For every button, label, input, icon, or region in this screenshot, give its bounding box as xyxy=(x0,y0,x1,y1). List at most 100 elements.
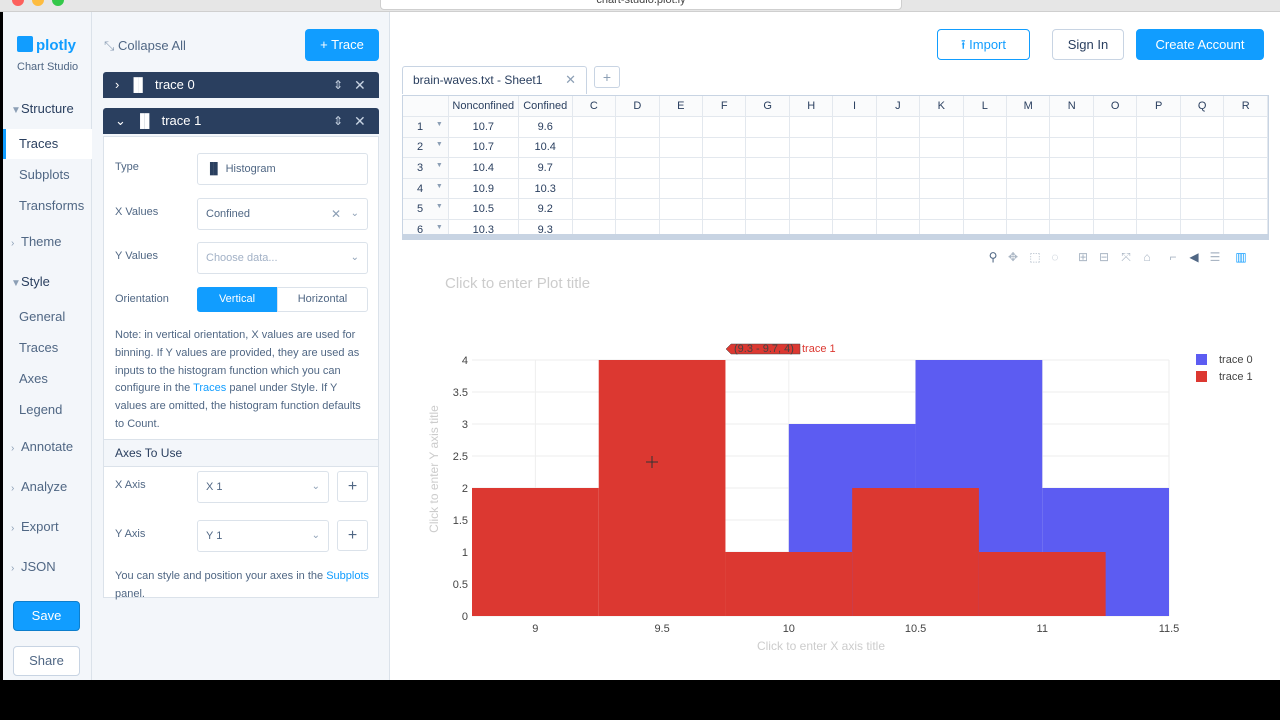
histogram-bar-trace-1[interactable] xyxy=(978,552,1106,616)
grid-cell[interactable] xyxy=(1006,157,1051,179)
pan-icon[interactable]: ✥ xyxy=(1006,250,1020,264)
save-button[interactable]: Save xyxy=(13,601,80,631)
grid-cell[interactable] xyxy=(1136,178,1181,200)
nav-group-json[interactable]: › JSON xyxy=(3,552,92,582)
hover-compare-icon[interactable]: ☰ xyxy=(1208,250,1222,264)
grid-cell[interactable] xyxy=(1093,137,1138,159)
minimize-window-icon[interactable] xyxy=(32,0,44,6)
grid-cell[interactable] xyxy=(1049,178,1094,200)
import-button[interactable]: ⭱ Import xyxy=(937,29,1030,60)
y-axis-title[interactable]: Click to enter Y axis title xyxy=(427,405,441,533)
grid-cell[interactable] xyxy=(615,157,660,179)
grid-cell[interactable]: 10.5 xyxy=(448,198,519,221)
grid-cell[interactable] xyxy=(1093,198,1138,221)
grid-cell[interactable] xyxy=(1180,198,1225,221)
grid-cell[interactable] xyxy=(659,198,704,221)
nav-item-traces[interactable]: Traces xyxy=(3,129,93,159)
grid-cell[interactable] xyxy=(876,198,921,221)
row-number[interactable]: 4 ▼ xyxy=(403,178,449,200)
nav-group-annotate[interactable]: › Annotate xyxy=(3,432,92,462)
grid-cell[interactable] xyxy=(832,157,877,179)
grid-cell[interactable] xyxy=(789,116,834,138)
row-menu-caret-icon[interactable]: ▼ xyxy=(436,183,443,190)
tab-sheet1[interactable]: brain-waves.txt - Sheet1 ✕ xyxy=(402,66,587,94)
trace-type-select[interactable]: ▐▌ Histogram xyxy=(197,153,368,185)
grid-cell[interactable] xyxy=(702,116,747,138)
delete-trace-icon[interactable]: ✕ xyxy=(354,108,366,134)
row-number[interactable]: 3 ▼ xyxy=(403,157,449,179)
row-menu-caret-icon[interactable]: ▼ xyxy=(436,121,443,128)
legend-swatch[interactable] xyxy=(1196,371,1207,382)
grid-resize-handle[interactable] xyxy=(402,234,1269,240)
row-number[interactable]: 2 ▼ xyxy=(403,137,449,159)
grid-cell[interactable] xyxy=(1136,116,1181,138)
grid-cell[interactable] xyxy=(1006,198,1051,221)
add-trace-button[interactable]: + Trace xyxy=(305,29,379,61)
grid-cell[interactable] xyxy=(572,198,617,221)
grid-cell[interactable]: 10.7 xyxy=(448,137,519,159)
row-number[interactable]: 5 ▼ xyxy=(403,198,449,221)
grid-column-header[interactable]: K xyxy=(919,96,964,118)
grid-cell[interactable] xyxy=(702,157,747,179)
nav-item-style-traces[interactable]: Traces xyxy=(3,333,92,363)
grid-cell[interactable] xyxy=(789,157,834,179)
grid-cell[interactable]: 10.4 xyxy=(518,137,573,159)
row-menu-caret-icon[interactable]: ▼ xyxy=(436,203,443,210)
grid-column-header[interactable]: N xyxy=(1049,96,1094,118)
zoom-in-icon[interactable]: ⊞ xyxy=(1076,250,1090,264)
grid-cell[interactable] xyxy=(1180,178,1225,200)
grid-cell[interactable] xyxy=(919,116,964,138)
grid-cell[interactable] xyxy=(659,157,704,179)
histogram-bar-trace-1[interactable] xyxy=(852,488,979,616)
grid-cell[interactable] xyxy=(1223,178,1268,200)
x-values-select[interactable]: Confined ✕ ⌄ xyxy=(197,198,368,230)
grid-cell[interactable] xyxy=(1136,137,1181,159)
grid-cell[interactable] xyxy=(615,198,660,221)
grid-cell[interactable] xyxy=(572,157,617,179)
grid-cell[interactable] xyxy=(876,116,921,138)
trace-1-header[interactable]: ⌄ ▐▌ trace 1 ⇕ ✕ xyxy=(103,108,379,134)
grid-cell[interactable] xyxy=(832,178,877,200)
grid-column-header[interactable]: F xyxy=(702,96,747,118)
nav-item-legend[interactable]: Legend xyxy=(3,395,92,425)
nav-item-subplots[interactable]: Subplots xyxy=(3,160,92,190)
grid-cell[interactable]: 9.7 xyxy=(518,157,573,179)
nav-group-export[interactable]: › Export xyxy=(3,512,92,542)
grid-cell[interactable] xyxy=(963,198,1007,221)
orientation-vertical-button[interactable]: Vertical xyxy=(197,287,277,312)
grid-column-header[interactable]: Confined xyxy=(518,96,573,118)
sign-in-button[interactable]: Sign In xyxy=(1052,29,1124,60)
spike-lines-icon[interactable]: ⌐ xyxy=(1166,250,1180,264)
histogram-bar-trace-1[interactable] xyxy=(725,552,853,616)
orientation-horizontal-button[interactable]: Horizontal xyxy=(277,287,368,312)
nav-group-theme[interactable]: › Theme xyxy=(3,227,92,257)
reset-axes-icon[interactable]: ⌂ xyxy=(1140,250,1154,264)
lasso-icon[interactable]: ◌ xyxy=(1048,250,1062,264)
hover-closest-icon[interactable]: ◀ xyxy=(1187,250,1201,264)
collapse-all-button[interactable]: ⤡ Collapse All xyxy=(104,38,186,54)
grid-cell[interactable] xyxy=(963,116,1007,138)
trace-0-header[interactable]: › ▐▌ trace 0 ⇕ ✕ xyxy=(103,72,379,98)
plot-title[interactable]: Click to enter Plot title xyxy=(445,275,590,292)
reorder-icon[interactable]: ⇕ xyxy=(333,72,343,98)
grid-cell[interactable] xyxy=(832,116,877,138)
plotly-logo-icon[interactable]: ▥ xyxy=(1234,250,1248,264)
grid-cell[interactable] xyxy=(1049,157,1094,179)
nav-item-general[interactable]: General xyxy=(3,302,92,332)
histogram-bar-trace-1[interactable] xyxy=(472,488,599,616)
grid-cell[interactable] xyxy=(919,198,964,221)
grid-cell[interactable] xyxy=(1223,137,1268,159)
grid-cell[interactable] xyxy=(1093,157,1138,179)
legend-label[interactable]: trace 0 xyxy=(1219,354,1253,366)
grid-cell[interactable] xyxy=(789,178,834,200)
nav-group-analyze[interactable]: › Analyze xyxy=(3,472,92,502)
grid-cell[interactable] xyxy=(876,157,921,179)
create-account-button[interactable]: Create Account xyxy=(1136,29,1264,60)
grid-cell[interactable] xyxy=(1180,116,1225,138)
grid-cell[interactable] xyxy=(832,198,877,221)
grid-cell[interactable] xyxy=(615,137,660,159)
grid-cell[interactable] xyxy=(1180,137,1225,159)
grid-cell[interactable] xyxy=(876,178,921,200)
grid-cell[interactable] xyxy=(919,178,964,200)
grid-cell[interactable] xyxy=(659,116,704,138)
